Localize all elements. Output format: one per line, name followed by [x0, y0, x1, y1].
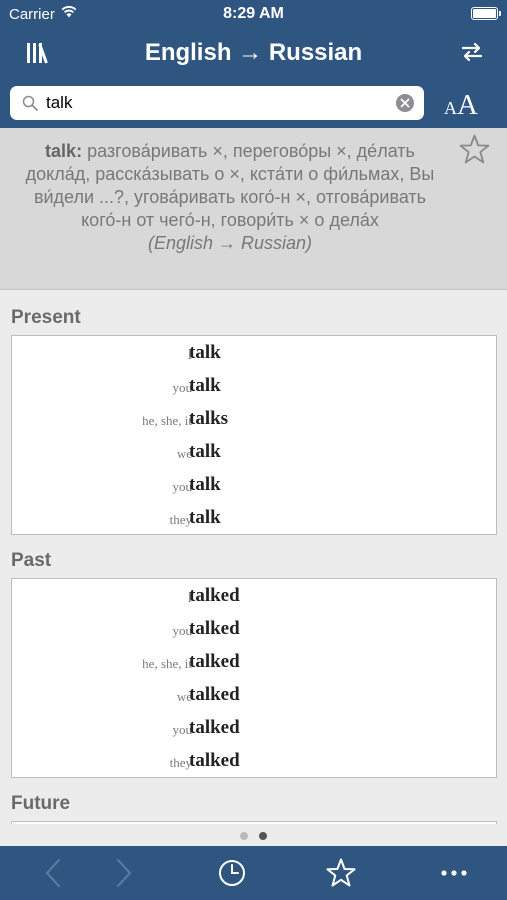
pronoun: he, she, it [142, 413, 192, 428]
section-title-future: Future [11, 793, 71, 814]
search-bar [10, 86, 424, 120]
verb-form: talked [189, 684, 240, 705]
verb-form: talked [189, 717, 240, 738]
page-indicator[interactable] [0, 829, 507, 843]
clear-search-icon[interactable] [396, 94, 414, 112]
back-icon[interactable] [37, 856, 71, 890]
translation-body: разгова́ривать ×, перегово́ры ×, де́лать… [25, 141, 435, 230]
table-row: you talk [12, 468, 498, 501]
conjugation-table-present: Italk you talk he, she, it talks we talk yo… [11, 335, 497, 535]
direction-close-paren: ) [306, 233, 313, 253]
conjugation-list[interactable]: Present Italk you talk he, she, it talks w… [0, 291, 507, 824]
verb-form: talked [189, 585, 240, 606]
bottom-toolbar [0, 846, 507, 900]
font-size-large-label: A [457, 89, 478, 121]
search-icon [22, 95, 38, 111]
battery-icon [471, 7, 501, 20]
page-dot-1[interactable] [240, 832, 248, 840]
font-size-small-label: A [444, 98, 457, 118]
clock-time: 8:29 AM [223, 5, 284, 22]
translation-text: talk: разгова́ривать ×, перегово́ры ×, д… [14, 140, 446, 255]
table-row: he, she, it talked [12, 645, 498, 678]
verb-form: talk [189, 375, 221, 396]
headword: talk: [45, 141, 83, 161]
section-title-past: Past [11, 550, 52, 571]
history-clock-icon[interactable] [215, 856, 249, 890]
top-bar: Carrier 8:29 AM English → Russian talk A… [0, 0, 507, 128]
favorite-star-icon[interactable] [458, 133, 491, 166]
table-row: you talked [12, 711, 498, 744]
direction-label: English → Russian [153, 233, 307, 253]
verb-form: talked [189, 750, 240, 771]
table-row: they talked [12, 744, 498, 777]
table-row: we talked [12, 678, 498, 711]
verb-form: talk [189, 342, 221, 363]
verb-form: talk [189, 441, 221, 462]
verb-form: talk [189, 507, 221, 528]
page-title: English → Russian [144, 39, 363, 66]
status-bar: Carrier 8:29 AM [0, 0, 507, 28]
conjugation-table-future [11, 821, 497, 824]
forward-icon[interactable] [106, 856, 140, 890]
font-size-button[interactable]: A A [440, 88, 490, 121]
verb-form: talks [189, 408, 229, 429]
translation-panel: talk: разгова́ривать ×, перегово́ры ×, д… [0, 128, 507, 290]
table-row: we talk [12, 435, 498, 468]
table-row: he, she, it talks [12, 402, 498, 435]
nav-bar: English → Russian [0, 28, 507, 80]
favorites-star-icon[interactable] [324, 856, 358, 890]
verb-form: talked [189, 618, 240, 639]
translation-direction: (English → Russian) [14, 232, 446, 255]
section-title-present: Present [11, 307, 81, 328]
pronoun: he, she, it [142, 656, 192, 671]
more-icon[interactable] [437, 856, 471, 890]
table-row: Italked [12, 579, 498, 612]
verb-form: talked [189, 651, 240, 672]
table-row: they talk [12, 501, 498, 534]
verb-form: talk [189, 474, 221, 495]
swap-languages-icon[interactable] [461, 41, 483, 63]
page-dot-2-active[interactable] [259, 832, 267, 840]
table-row: you talked [12, 612, 498, 645]
table-row: you talk [12, 369, 498, 402]
conjugation-table-past: Italked you talked he, she, it talked we ta… [11, 578, 497, 778]
search-input[interactable] [46, 86, 386, 120]
table-row: Italk [12, 336, 498, 369]
